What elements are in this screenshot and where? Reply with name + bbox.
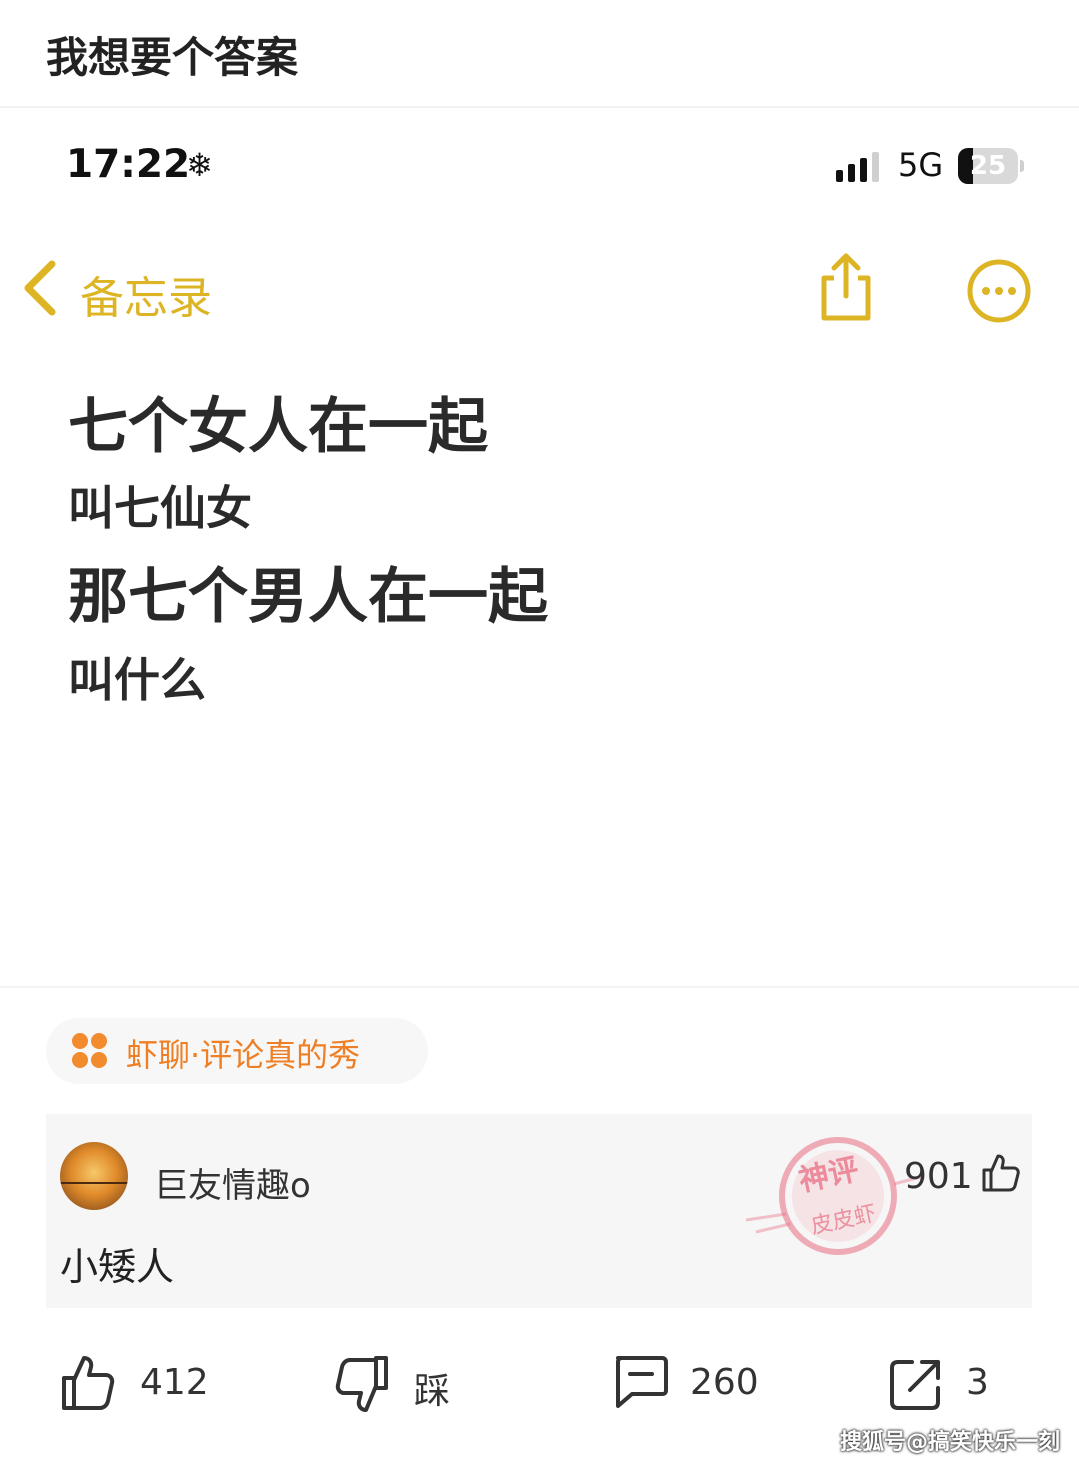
topic-label: 虾聊·评论真的秀 (126, 1036, 361, 1074)
watermark: 搜狐号@搞笑快乐一刻 (840, 1430, 1061, 1455)
topic-chip[interactable]: 虾聊·评论真的秀 (46, 1018, 428, 1084)
god-comment-stamp: 神评 皮皮虾 (746, 1124, 926, 1274)
network-label: 5G (898, 146, 944, 184)
divider (0, 986, 1079, 988)
comment-text: 小矮人 (60, 1245, 175, 1289)
downvote-label[interactable]: 踩 (414, 1362, 450, 1414)
battery-level: 25 (969, 151, 1007, 181)
post-title: 我想要个答案 (46, 33, 299, 82)
cellular-signal-icon (836, 152, 879, 182)
share-icon[interactable] (814, 250, 878, 324)
top-comment-card[interactable]: 巨友情趣o 神评 皮皮虾 901 小矮人 (46, 1114, 1032, 1308)
note-line: 叫七仙女 (68, 481, 252, 535)
note-line: 七个女人在一起 (68, 392, 488, 462)
avatar[interactable] (60, 1142, 128, 1210)
status-time: 17:22 (66, 142, 191, 187)
share-count: 3 (966, 1362, 989, 1403)
downvote-icon[interactable] (334, 1354, 390, 1416)
comment-username[interactable]: 巨友情趣o (154, 1158, 311, 1207)
snowflake-icon: ❄ (186, 146, 213, 184)
divider (0, 106, 1079, 108)
back-button-label[interactable]: 备忘录 (80, 262, 212, 326)
comment-icon[interactable] (610, 1354, 670, 1412)
upvote-count: 412 (140, 1362, 209, 1403)
more-options-icon[interactable] (966, 258, 1032, 324)
clover-icon (72, 1033, 108, 1069)
note-line: 叫什么 (68, 653, 206, 707)
battery-icon: 25 (958, 148, 1024, 184)
share-icon[interactable] (886, 1354, 946, 1414)
note-line: 那七个男人在一起 (68, 562, 548, 632)
comment-like-count: 901 (904, 1156, 973, 1197)
upvote-icon[interactable] (60, 1354, 116, 1412)
chevron-left-icon[interactable] (20, 258, 60, 318)
thumbs-up-icon[interactable] (980, 1152, 1022, 1194)
comment-count: 260 (690, 1362, 759, 1403)
